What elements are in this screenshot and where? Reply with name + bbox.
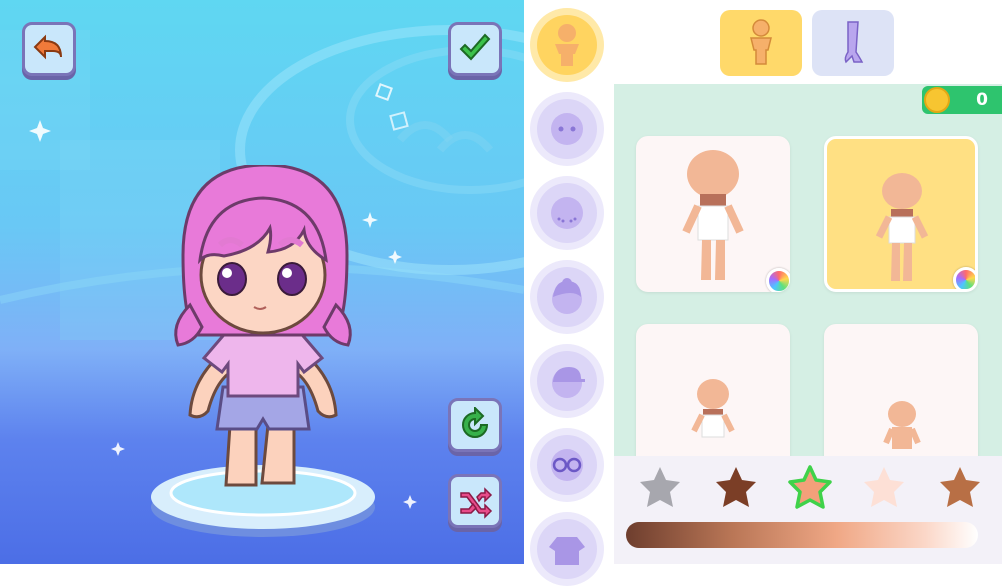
body-icon [555, 24, 579, 66]
tab-limbs[interactable] [812, 10, 894, 76]
character-preview [174, 165, 352, 487]
body-thumbnail [875, 173, 929, 281]
face-icon [551, 113, 583, 145]
body-thumbnail [682, 150, 744, 280]
coin-icon [924, 87, 950, 113]
tab-body[interactable] [720, 10, 802, 76]
skin-tone-slider[interactable] [626, 522, 978, 548]
shuffle-icon [460, 487, 493, 519]
category-body[interactable] [530, 8, 604, 82]
item-grid-area: 0 [614, 0, 1002, 564]
confirm-button[interactable] [448, 22, 502, 76]
hair-icon [552, 278, 582, 314]
category-glasses[interactable] [530, 428, 604, 502]
cap-icon [552, 367, 585, 398]
skin-swatch-4[interactable] [860, 464, 908, 512]
reset-button[interactable] [448, 398, 502, 452]
coin-count: 0 [976, 90, 988, 110]
body-icon [750, 19, 772, 65]
glasses-icon [551, 449, 583, 481]
sub-tab-bar [614, 0, 1002, 84]
category-face[interactable] [530, 92, 604, 166]
skin-swatch-2[interactable] [712, 464, 760, 512]
skin-swatch-5[interactable] [936, 464, 984, 512]
shirt-icon [549, 537, 585, 565]
freckles-icon [551, 197, 583, 229]
category-hair[interactable] [530, 260, 604, 334]
recolor-icon[interactable] [766, 268, 790, 292]
arm-icon [844, 21, 864, 64]
category-hat[interactable] [530, 344, 604, 418]
rotate-icon [462, 407, 489, 438]
category-rail [524, 0, 612, 586]
category-skin-detail[interactable] [530, 176, 604, 250]
body-option-card-2[interactable] [824, 136, 978, 292]
category-top[interactable] [530, 512, 604, 586]
body-option-card-1[interactable] [636, 136, 790, 292]
random-button[interactable] [448, 474, 502, 528]
back-button[interactable] [22, 22, 76, 76]
coin-counter: 0 [922, 86, 1002, 114]
recolor-icon[interactable] [953, 267, 975, 289]
skin-color-bar [614, 456, 1002, 564]
checkmark-icon [459, 33, 491, 61]
skin-swatch-1[interactable] [636, 464, 684, 512]
character-stage [0, 0, 524, 564]
customization-panel: 0 [524, 0, 1002, 586]
back-arrow-icon [33, 34, 62, 60]
skin-swatch-3-selected[interactable] [786, 464, 834, 512]
